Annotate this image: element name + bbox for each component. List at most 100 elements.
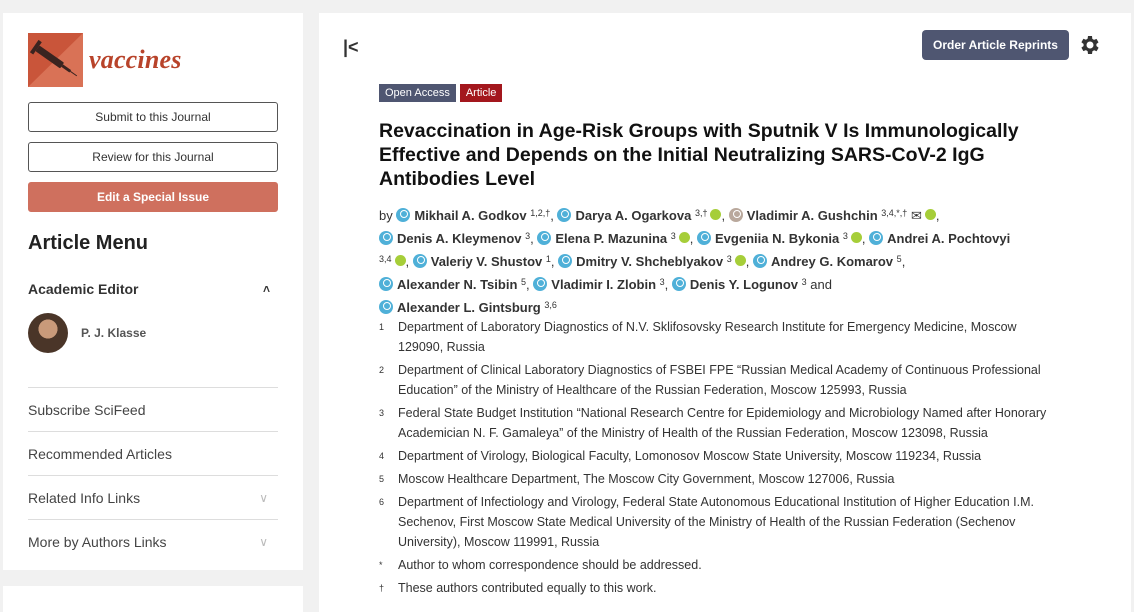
author-name: Denis Y. Logunov: [689, 277, 798, 292]
orcid-icon[interactable]: [734, 255, 746, 266]
sidebar-lower-panel: [3, 586, 303, 612]
person-icon: [396, 208, 411, 222]
chevron-down-icon: ∨: [259, 490, 268, 505]
person-icon: [537, 231, 552, 245]
editor-name: P. J. Klasse: [81, 326, 147, 340]
menu-item-recommended-articles[interactable]: Recommended Articles: [28, 431, 278, 475]
author-link[interactable]: Dmitry V. Shcheblyakov: [558, 254, 723, 269]
author-sup: 5: [521, 277, 527, 287]
academic-editor[interactable]: P. J. Klasse: [28, 313, 146, 353]
affiliation-number: 5: [379, 474, 385, 484]
author-sup: 3: [670, 231, 676, 241]
menu-item-label: More by Authors Links: [28, 533, 167, 550]
affiliation-number: †: [379, 583, 385, 593]
journal-logo[interactable]: vaccines: [28, 33, 182, 87]
person-icon: [412, 254, 427, 268]
author-link[interactable]: Andrey G. Komarov: [752, 254, 893, 269]
journal-name: vaccines: [89, 45, 182, 74]
sidebar: vaccines Submit to this Journal Review f…: [3, 13, 303, 570]
collapse-sidebar-icon[interactable]: |<: [343, 37, 359, 58]
author-link[interactable]: Elena P. Mazunina: [537, 231, 667, 246]
person-icon: [869, 231, 884, 245]
menu-item-more-by-authors-links[interactable]: More by Authors Links ∨: [28, 519, 278, 563]
menu-item-label: Subscribe SciFeed: [28, 401, 146, 418]
author-name: Vladimir A. Gushchin: [746, 208, 878, 223]
author-link[interactable]: Valeriy V. Shustov: [412, 254, 543, 269]
author-link[interactable]: Denis A. Kleymenov: [379, 231, 522, 246]
author-name: Mikhail A. Godkov: [414, 208, 527, 223]
author-link[interactable]: Vladimir A. Gushchin: [728, 208, 878, 223]
gear-icon[interactable]: [1078, 33, 1102, 57]
orcid-icon[interactable]: [678, 232, 690, 243]
chevron-down-icon: ∨: [259, 534, 268, 549]
author-name: Evgeniia N. Bykonia: [715, 231, 840, 246]
affiliation-number: *: [379, 560, 383, 570]
affiliation-number: 4: [379, 451, 385, 461]
menu-item-label: Recommended Articles: [28, 445, 172, 462]
author-name: Valeriy V. Shustov: [430, 254, 543, 269]
menu-item-related-info-links[interactable]: Related Info Links ∨: [28, 475, 278, 519]
affiliation-number: 2: [379, 365, 385, 375]
affiliation-text: Department of Laboratory Diagnostics of …: [398, 320, 1017, 354]
article-badges: Open Access Article: [379, 84, 503, 102]
author-sup: 3,4,*,†: [881, 208, 908, 218]
affiliation-text: Department of Virology, Biological Facul…: [398, 449, 982, 463]
author-link[interactable]: Evgeniia N. Bykonia: [697, 231, 839, 246]
affiliation-text: Department of Infectiology and Virology,…: [398, 495, 1035, 549]
author-name: Alexander N. Tsibin: [397, 277, 518, 292]
author-link[interactable]: Darya A. Ogarkova: [557, 208, 691, 223]
article-menu-list: Subscribe SciFeed Recommended Articles R…: [28, 387, 278, 563]
author-sup: 3: [525, 231, 531, 241]
author-name: Vladimir I. Zlobin: [551, 277, 657, 292]
author-link[interactable]: Andrei A. Pochtovyi: [869, 231, 1010, 246]
affiliation-number: 3: [379, 408, 385, 418]
affiliation-text: Federal State Budget Institution “Nation…: [398, 406, 1047, 440]
person-icon: [379, 231, 393, 245]
affiliation-item: * Author to whom correspondence should be…: [379, 555, 1059, 575]
submit-to-journal-button[interactable]: Submit to this Journal: [28, 102, 278, 132]
order-reprints-button[interactable]: Order Article Reprints: [922, 30, 1069, 60]
author-link[interactable]: Vladimir I. Zlobin: [533, 277, 656, 292]
author-name: Elena P. Mazunina: [555, 231, 668, 246]
mail-icon[interactable]: ✉: [911, 208, 922, 223]
person-icon: [533, 277, 548, 291]
author-sup: 3: [842, 231, 848, 241]
review-for-journal-button[interactable]: Review for this Journal: [28, 142, 278, 172]
person-icon: [752, 254, 767, 268]
open-access-badge: Open Access: [379, 84, 456, 102]
author-link[interactable]: Alexander L. Gintsburg: [379, 300, 541, 315]
author-link[interactable]: Denis Y. Logunov: [671, 277, 798, 292]
chevron-up-icon: ˄: [262, 282, 270, 296]
orcid-icon[interactable]: [850, 232, 862, 243]
author-link[interactable]: Mikhail A. Godkov: [396, 208, 527, 223]
academic-editor-toggle[interactable]: Academic Editor ˄: [28, 281, 278, 297]
orcid-icon[interactable]: [394, 255, 406, 266]
edit-special-issue-button[interactable]: Edit a Special Issue: [28, 182, 278, 212]
author-list: by Mikhail A. Godkov 1,2,†, Darya A. Oga…: [379, 208, 1011, 315]
affiliation-text: Department of Clinical Laboratory Diagno…: [398, 363, 1041, 397]
author-name: Alexander L. Gintsburg: [397, 300, 541, 315]
menu-item-subscribe-scifeed[interactable]: Subscribe SciFeed: [28, 387, 278, 431]
author-sup: 1: [545, 254, 551, 264]
person-icon: [697, 231, 712, 245]
academic-editor-label: Academic Editor: [28, 281, 139, 297]
affiliation-item: 3 Federal State Budget Institution “Natio…: [379, 403, 1059, 443]
author-link[interactable]: Alexander N. Tsibin: [379, 277, 517, 292]
person-icon: [379, 300, 393, 314]
person-icon: [558, 254, 573, 268]
affiliation-item: 5 Moscow Healthcare Department, The Mosco…: [379, 469, 1059, 489]
affiliation-item: 2 Department of Clinical Laboratory Diagn…: [379, 360, 1059, 400]
author-sup: 3,4: [379, 254, 392, 264]
orcid-icon[interactable]: [924, 209, 936, 220]
author-sup: 3: [726, 254, 732, 264]
affiliations: 1 Department of Laboratory Diagnostics of…: [379, 317, 1059, 601]
person-icon: [379, 277, 393, 291]
affiliation-text: Author to whom correspondence should be …: [398, 558, 702, 572]
orcid-icon[interactable]: [710, 209, 722, 220]
affiliation-text: Moscow Healthcare Department, The Moscow…: [398, 472, 895, 486]
article-type-badge: Article: [459, 84, 503, 102]
author-sup: 5: [896, 254, 902, 264]
by-label: by: [379, 208, 393, 223]
author-name: Andrei A. Pochtovyi: [887, 231, 1011, 246]
affiliation-item: † These authors contributed equally to th…: [379, 578, 1059, 598]
